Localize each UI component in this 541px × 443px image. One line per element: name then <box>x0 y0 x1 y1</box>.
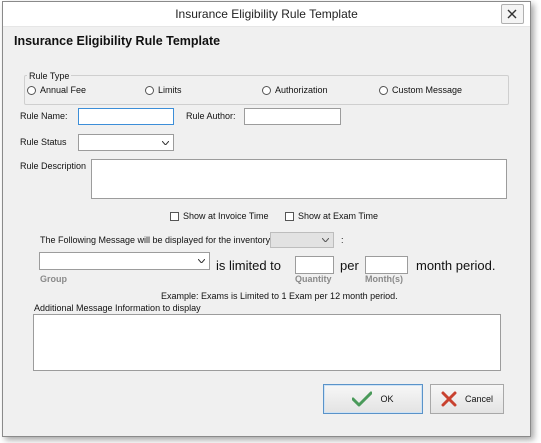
ok-label: OK <box>380 394 394 404</box>
quantity-sublabel: Quantity <box>295 274 332 284</box>
cancel-label: Cancel <box>464 394 493 404</box>
rule-status-select[interactable] <box>78 134 174 151</box>
rule-description-input[interactable] <box>91 159 507 199</box>
group-sublabel: Group <box>40 274 67 284</box>
inventory-select[interactable] <box>270 232 334 248</box>
rule-author-input[interactable] <box>244 108 341 125</box>
additional-message-input[interactable] <box>33 314 501 371</box>
dialog-window: Insurance Eligibility Rule Template Insu… <box>2 1 531 437</box>
x-icon <box>441 391 457 407</box>
example-text: Example: Exams is Limited to 1 Exam per … <box>161 291 398 301</box>
rule-name-input[interactable] <box>78 108 174 125</box>
checkbox-square[interactable] <box>170 211 179 221</box>
window-title: Insurance Eligibility Rule Template <box>175 7 358 21</box>
quantity-input[interactable] <box>295 256 334 274</box>
chevron-down-icon <box>198 259 205 263</box>
cancel-button[interactable]: Cancel <box>430 384 504 414</box>
chevron-down-icon <box>322 238 329 242</box>
radio-label: Limits <box>158 85 182 95</box>
ok-button[interactable]: OK <box>323 384 423 414</box>
months-sublabel: Month(s) <box>365 274 403 284</box>
inventory-label: The Following Message will be displayed … <box>40 235 271 245</box>
rule-type-label: Rule Type <box>27 71 72 81</box>
close-icon <box>507 9 517 19</box>
additional-message-label: Additional Message Information to displa… <box>34 303 201 313</box>
is-limited-to-text: is limited to <box>216 258 282 273</box>
radio-circle[interactable] <box>262 85 271 95</box>
checkbox-label: Show at Invoice Time <box>183 211 269 221</box>
page-title: Insurance Eligibility Rule Template <box>14 34 221 48</box>
checkmark-icon <box>352 391 373 407</box>
per-text: per <box>340 258 359 273</box>
rule-name-label: Rule Name: <box>20 111 68 121</box>
rule-description-label: Rule Description <box>20 161 87 171</box>
checkbox-square[interactable] <box>285 211 294 221</box>
radio-label: Annual Fee <box>40 85 87 95</box>
checkbox-label: Show at Exam Time <box>298 211 379 221</box>
months-input[interactable] <box>365 256 408 274</box>
group-select[interactable] <box>39 252 210 270</box>
title-bar: Insurance Eligibility Rule Template <box>3 2 530 27</box>
rule-status-label: Rule Status <box>20 137 67 147</box>
show-exam-checkbox[interactable]: Show at Exam Time <box>285 211 378 221</box>
show-invoice-checkbox[interactable]: Show at Invoice Time <box>170 211 269 221</box>
radio-label: Custom Message <box>392 85 463 95</box>
radio-authorization[interactable]: Authorization <box>262 85 328 95</box>
month-period-text: month period. <box>416 258 496 273</box>
radio-custom-message[interactable]: Custom Message <box>379 85 462 95</box>
inventory-colon: : <box>341 235 344 245</box>
radio-annual-fee[interactable]: Annual Fee <box>27 85 86 95</box>
radio-circle[interactable] <box>145 85 154 95</box>
radio-circle[interactable] <box>27 85 36 95</box>
radio-limits[interactable]: Limits <box>145 85 182 95</box>
chevron-down-icon <box>162 140 169 145</box>
radio-circle[interactable] <box>379 85 388 95</box>
rule-author-label: Rule Author: <box>186 111 236 121</box>
close-button[interactable] <box>501 4 524 24</box>
radio-label: Authorization <box>275 85 328 95</box>
